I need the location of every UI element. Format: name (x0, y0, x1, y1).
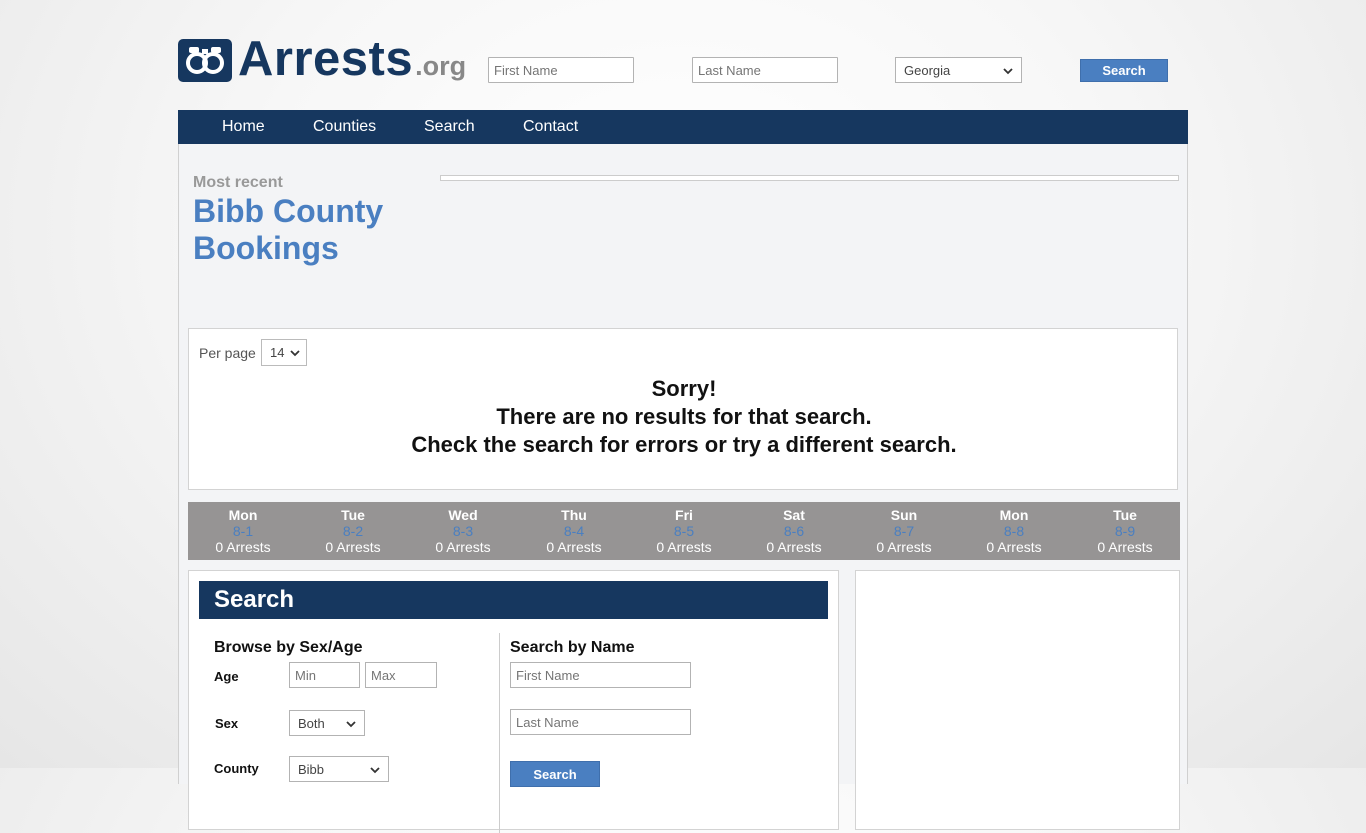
header-search-button-label: Search (1102, 63, 1146, 78)
day-name: Mon (228, 507, 258, 523)
age-min-input[interactable] (289, 662, 360, 688)
day-summary: Wed 8-3 0 Arrests (408, 507, 518, 555)
per-page-select[interactable]: 14 (261, 339, 307, 366)
chevron-down-icon (290, 345, 301, 360)
no-results-line-2: There are no results for that search. (496, 404, 872, 429)
day-date-link[interactable]: 8-7 (849, 523, 959, 539)
day-arrest-count: 0 Arrests (215, 539, 271, 555)
day-name: Thu (561, 507, 587, 523)
day-summary: Tue 8-2 0 Arrests (298, 507, 408, 555)
day-summary: Tue 8-9 0 Arrests (1070, 507, 1180, 555)
county-label: County (214, 761, 259, 776)
sex-select-value: Both (298, 715, 325, 731)
site-logo[interactable]: Arrests .org (178, 32, 467, 86)
day-date-link[interactable]: 8-4 (519, 523, 629, 539)
day-date-link[interactable]: 8-2 (298, 523, 408, 539)
main-content: Most recent Bibb County Bookings Per pag… (178, 144, 1188, 833)
logo-wordmark: Arrests (238, 32, 414, 86)
day-date-link[interactable]: 8-9 (1070, 523, 1180, 539)
name-search-heading: Search by Name (510, 639, 635, 656)
page-title: Bibb County Bookings (193, 193, 384, 266)
day-date-link[interactable]: 8-8 (959, 523, 1069, 539)
day-name: Tue (1113, 507, 1137, 523)
day-summary: Mon 8-8 0 Arrests (959, 507, 1069, 555)
nav-contact[interactable]: Contact (523, 110, 578, 144)
header-last-name-input[interactable] (692, 57, 838, 83)
county-select[interactable]: Bibb (289, 756, 389, 782)
day-name: Sat (783, 507, 805, 523)
nav-search[interactable]: Search (424, 110, 475, 144)
day-name: Sun (890, 507, 918, 523)
day-arrest-count: 0 Arrests (1097, 539, 1153, 555)
day-arrest-count: 0 Arrests (876, 539, 932, 555)
ad-banner-placeholder (440, 175, 1179, 181)
chevron-down-icon (1003, 63, 1013, 78)
day-arrest-count: 0 Arrests (325, 539, 381, 555)
column-divider (499, 633, 500, 833)
day-name: Mon (999, 507, 1029, 523)
chevron-down-icon (346, 716, 356, 731)
nav-counties[interactable]: Counties (313, 110, 376, 144)
search-panel-heading: Search (199, 581, 828, 619)
daily-arrests-bar: Mon 8-1 0 Arrests Tue 8-2 0 Arrests Wed … (188, 502, 1180, 560)
state-select-value: Georgia (904, 62, 951, 78)
day-name: Tue (341, 507, 365, 523)
per-page-value: 14 (270, 345, 285, 360)
day-arrest-count: 0 Arrests (656, 539, 712, 555)
no-results-line-3: Check the search for errors or try a dif… (411, 432, 957, 457)
header-search-button[interactable]: Search (1080, 59, 1168, 82)
results-panel: Per page 14 Sorry! There are no results … (188, 328, 1178, 490)
handcuffs-logo-icon (178, 39, 232, 82)
header-first-name-input[interactable] (488, 57, 634, 83)
search-panel: Search Browse by Sex/Age Age Sex Both Co… (188, 570, 839, 833)
sex-select[interactable]: Both (289, 710, 365, 736)
most-recent-label: Most recent (193, 174, 283, 191)
age-label: Age (214, 669, 239, 684)
name-search-button-label: Search (533, 766, 577, 782)
day-date-link[interactable]: 8-5 (629, 523, 739, 539)
search-first-name-input[interactable] (510, 662, 691, 688)
day-summary: Thu 8-4 0 Arrests (519, 507, 629, 555)
chevron-down-icon (370, 762, 380, 777)
sex-label: Sex (215, 716, 239, 731)
main-nav: Home Counties Search Contact (178, 110, 1188, 144)
day-name: Wed (448, 507, 478, 523)
day-summary: Fri 8-5 0 Arrests (629, 507, 739, 555)
day-date-link[interactable]: 8-1 (188, 523, 298, 539)
day-name: Fri (675, 507, 693, 523)
sidebar-ad-box (855, 570, 1180, 830)
day-summary: Mon 8-1 0 Arrests (188, 507, 298, 555)
nav-home[interactable]: Home (222, 110, 265, 144)
per-page-label: Per page (199, 345, 256, 361)
no-results-line-1: Sorry! (651, 376, 717, 401)
site-header: Arrests .org Georgia Search (178, 34, 1188, 86)
browse-heading: Browse by Sex/Age (214, 639, 363, 656)
day-date-link[interactable]: 8-3 (408, 523, 518, 539)
day-arrest-count: 0 Arrests (766, 539, 822, 555)
day-arrest-count: 0 Arrests (986, 539, 1042, 555)
day-summary: Sun 8-7 0 Arrests (849, 507, 959, 555)
county-select-value: Bibb (298, 761, 325, 777)
day-arrest-count: 0 Arrests (435, 539, 491, 555)
day-arrest-count: 0 Arrests (546, 539, 602, 555)
name-search-button[interactable]: Search (510, 761, 600, 787)
logo-domain: .org (415, 51, 467, 81)
day-summary: Sat 8-6 0 Arrests (739, 507, 849, 555)
state-select[interactable]: Georgia (895, 57, 1022, 83)
age-max-input[interactable] (365, 662, 437, 688)
search-last-name-input[interactable] (510, 709, 691, 735)
day-date-link[interactable]: 8-6 (739, 523, 849, 539)
no-results-message: Sorry! There are no results for that sea… (189, 375, 1179, 459)
